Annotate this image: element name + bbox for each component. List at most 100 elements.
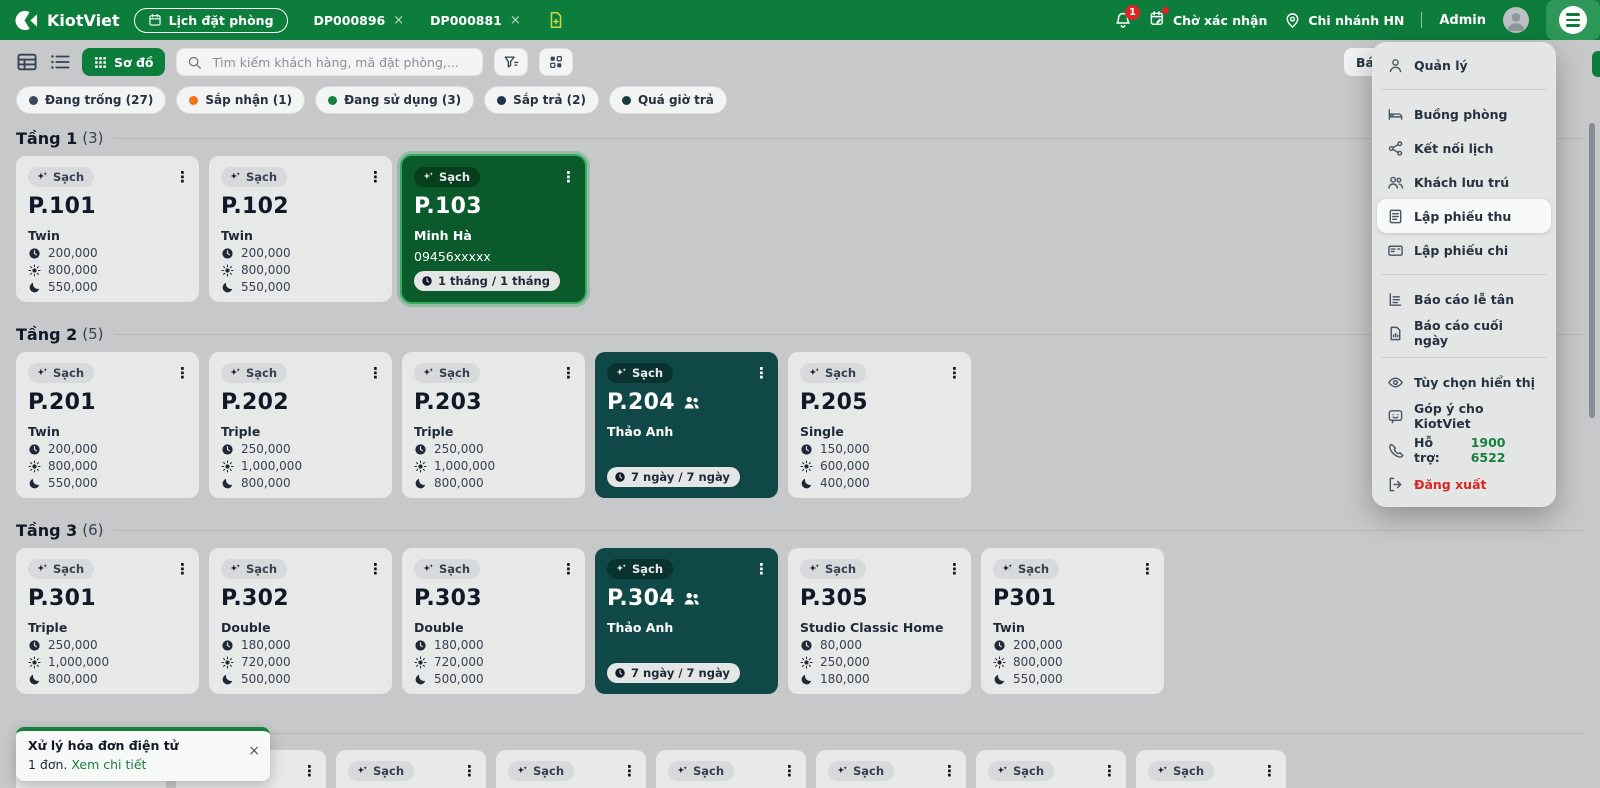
branch-selector[interactable]: Chi nhánh HN [1284, 12, 1404, 29]
clean-status-badge: Sạch [221, 559, 288, 579]
menu-item-qua-n-ly[interactable]: Quản lý [1377, 48, 1551, 82]
room-card[interactable]: Sạch ⋮ P.203 Triple 250,000 1,000,000 80… [402, 352, 585, 498]
filter-chip[interactable]: Sắp nhận (1) [176, 86, 306, 114]
close-icon[interactable]: × [393, 13, 404, 28]
room-card[interactable]: Sạch ⋮ [656, 750, 806, 788]
filter-chip[interactable]: Quá giờ trả [608, 86, 727, 114]
floor-room-row: Sạch ⋮ P.201 Twin 200,000 800,000 550,00… [16, 352, 1584, 498]
clean-status-badge: Sạch [348, 761, 415, 781]
room-card[interactable]: Sạch ⋮ P301 Twin 200,000 800,000 550,000 [981, 548, 1164, 694]
room-card[interactable]: Sạch ⋮ P.101 Twin 200,000 800,000 550,00… [16, 156, 199, 302]
room-menu-button[interactable]: ⋮ [754, 561, 769, 577]
menu-item--a-ng-xua-t[interactable]: Đăng xuất [1377, 467, 1551, 501]
clock-icon [414, 639, 427, 652]
table-view-button[interactable] [16, 51, 38, 73]
filter-chip[interactable]: Đang trống (27) [16, 86, 167, 114]
room-menu-button[interactable]: ⋮ [175, 169, 190, 185]
floor-rule [113, 333, 1584, 335]
room-menu-button[interactable]: ⋮ [947, 365, 962, 381]
menu-item-ba-o-ca-o-cuo-i-nga-y[interactable]: Báo cáo cuối ngày [1377, 316, 1551, 350]
room-card[interactable]: Sạch ⋮ P.301 Triple 250,000 1,000,000 80… [16, 548, 199, 694]
main-menu-button[interactable] [1546, 0, 1600, 40]
menu-item-ho-tro[interactable]: Hỗ trợ: 1900 6522 [1377, 433, 1551, 467]
tab-booking-calendar[interactable]: Lịch đặt phòng [133, 7, 288, 33]
room-menu-button[interactable]: ⋮ [462, 763, 477, 779]
room-card[interactable]: Sạch ⋮ [1136, 750, 1286, 788]
toast-detail-link[interactable]: Xem chi tiết [71, 757, 146, 772]
tab-dp000881[interactable]: DP000881 × [430, 13, 521, 28]
room-card-occupied[interactable]: Sạch ⋮ P.304 Thảo Anh 7 ngày / 7 ngày [595, 548, 778, 694]
price-nightly: 550,000 [28, 476, 187, 490]
user-name[interactable]: Admin [1439, 13, 1486, 28]
room-menu-button[interactable]: ⋮ [368, 365, 383, 381]
clock-icon [28, 247, 41, 260]
filter-button[interactable] [494, 48, 529, 76]
room-menu-button[interactable]: ⋮ [1102, 763, 1117, 779]
moon-icon [28, 477, 41, 490]
room-card[interactable]: Sạch ⋮ P.305 Studio Classic Home 80,000 … [788, 548, 971, 694]
menu-item-tu-y-cho-n-hie-n-thi[interactable]: Tùy chọn hiển thị [1377, 365, 1551, 399]
layout-options-button[interactable] [539, 48, 574, 76]
menu-item-kha-ch-lu-u-tru[interactable]: Khách lưu trú [1377, 165, 1551, 199]
room-menu-button[interactable]: ⋮ [1262, 763, 1277, 779]
room-menu-button[interactable]: ⋮ [754, 365, 769, 381]
menu-item-ba-o-ca-o-le-ta-n[interactable]: Báo cáo lễ tân [1377, 282, 1551, 316]
room-card-occupied[interactable]: Sạch ⋮ P.204 Thảo Anh 7 ngày / 7 ngày [595, 352, 778, 498]
room-card[interactable]: Sạch ⋮ [976, 750, 1126, 788]
close-icon[interactable]: × [510, 13, 521, 28]
room-card[interactable]: Sạch ⋮ P.303 Double 180,000 720,000 500,… [402, 548, 585, 694]
map-view-button[interactable]: Sơ đồ [82, 48, 166, 76]
room-card[interactable]: Sạch ⋮ P.202 Triple 250,000 1,000,000 80… [209, 352, 392, 498]
menu-item-la-p-phie-u-thu[interactable]: Lập phiếu thu [1377, 199, 1551, 233]
clean-status-badge: Sạch [800, 363, 867, 383]
filter-chip[interactable]: Sắp trả (2) [484, 86, 599, 114]
floor-title: Tầng 2 [16, 324, 78, 344]
search-input[interactable] [210, 53, 473, 71]
room-menu-button[interactable]: ⋮ [175, 365, 190, 381]
room-menu-button[interactable]: ⋮ [947, 561, 962, 577]
scrollbar-thumb[interactable] [1589, 123, 1595, 418]
clean-status-badge: Sạch [221, 167, 288, 187]
room-card[interactable]: Sạch ⋮ P.205 Single 150,000 600,000 400,… [788, 352, 971, 498]
room-menu-button[interactable]: ⋮ [175, 561, 190, 577]
room-card[interactable]: Sạch ⋮ [496, 750, 646, 788]
menu-item-ke-t-no-i-li-ch[interactable]: Kết nối lịch [1377, 131, 1551, 165]
menu-item-la-p-phie-u-chi[interactable]: Lập phiếu chi [1377, 233, 1551, 267]
room-card[interactable]: Sạch ⋮ P.201 Twin 200,000 800,000 550,00… [16, 352, 199, 498]
phone-icon [1387, 442, 1404, 459]
room-card[interactable]: Sạch ⋮ [336, 750, 486, 788]
room-menu-button[interactable]: ⋮ [368, 561, 383, 577]
notifications-button[interactable]: 1 [1114, 5, 1140, 29]
room-menu-button[interactable]: ⋮ [561, 365, 576, 381]
floor-header: Tầng 1 (3) [16, 126, 1584, 150]
room-menu-button[interactable]: ⋮ [942, 763, 957, 779]
pending-confirmation-button[interactable]: Chờ xác nhận [1149, 7, 1267, 30]
sparkle-icon [808, 563, 820, 575]
tab-dp000896[interactable]: DP000896 × [314, 13, 405, 28]
branch-label: Chi nhánh HN [1308, 12, 1405, 28]
search-box[interactable] [176, 48, 484, 76]
price-daily: 720,000 [414, 655, 573, 669]
room-menu-button[interactable]: ⋮ [561, 169, 576, 185]
room-menu-button[interactable]: ⋮ [302, 763, 317, 779]
room-menu-button[interactable]: ⋮ [368, 169, 383, 185]
room-menu-button[interactable]: ⋮ [561, 561, 576, 577]
toast-close-icon[interactable]: × [248, 744, 260, 758]
room-card[interactable]: Sạch ⋮ P.302 Double 180,000 720,000 500,… [209, 548, 392, 694]
menu-item-go-p-y-cho-kiotviet[interactable]: Góp ý cho KiotViet [1377, 399, 1551, 433]
list-view-button[interactable] [49, 51, 71, 73]
filter-chip[interactable]: Đang sử dụng (3) [315, 86, 475, 114]
new-booking-icon[interactable] [547, 11, 565, 29]
room-card-occupied[interactable]: Sạch ⋮ P.103 Minh Hà 09456xxxxx 1 tháng … [402, 156, 585, 302]
clean-status-badge: Sạch [221, 363, 288, 383]
room-number: P.201 [28, 390, 96, 415]
avatar[interactable] [1503, 7, 1529, 33]
room-card[interactable]: Sạch ⋮ [816, 750, 966, 788]
menu-item-label: Kết nối lịch [1414, 140, 1494, 156]
room-menu-button[interactable]: ⋮ [1140, 561, 1155, 577]
room-menu-button[interactable]: ⋮ [782, 763, 797, 779]
menu-item-buo-ng-pho-ng[interactable]: Buồng phòng [1377, 97, 1551, 131]
price-daily: 720,000 [221, 655, 380, 669]
room-menu-button[interactable]: ⋮ [622, 763, 637, 779]
room-card[interactable]: Sạch ⋮ P.102 Twin 200,000 800,000 550,00… [209, 156, 392, 302]
